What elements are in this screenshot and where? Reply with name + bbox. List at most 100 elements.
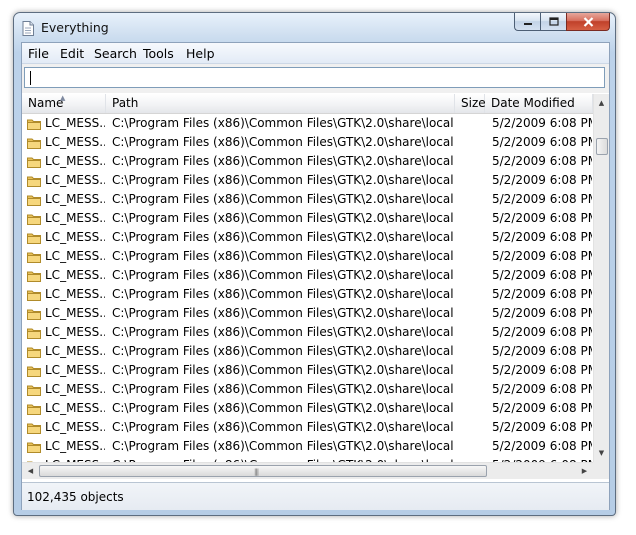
table-row[interactable]: LC_MESS... C:\Program Files (x86)\Common … <box>22 304 593 323</box>
cell-path: C:\Program Files (x86)\Common Files\GTK\… <box>112 287 453 301</box>
search-input[interactable] <box>24 67 605 88</box>
folder-icon <box>27 307 41 320</box>
cell-date-modified: 5/2/2009 6:08 PM <box>492 401 592 415</box>
arrow-right-icon: ▶ <box>581 467 588 475</box>
cell-path: C:\Program Files (x86)\Common Files\GTK\… <box>112 439 453 453</box>
folder-icon <box>27 345 41 358</box>
table-row[interactable]: LC_MESS... C:\Program Files (x86)\Common … <box>22 171 593 190</box>
cell-date-modified: 5/2/2009 6:08 PM <box>492 230 592 244</box>
table-row[interactable]: LC_MESS... C:\Program Files (x86)\Common … <box>22 399 593 418</box>
cell-name: LC_MESS... <box>45 268 105 282</box>
vertical-scrollbar[interactable]: ▲ ▼ <box>593 94 609 462</box>
scroll-down-button[interactable]: ▼ <box>594 444 609 461</box>
cell-date-modified: 5/2/2009 6:08 PM <box>492 173 592 187</box>
cell-path: C:\Program Files (x86)\Common Files\GTK\… <box>112 173 453 187</box>
cell-path: C:\Program Files (x86)\Common Files\GTK\… <box>112 344 453 358</box>
cell-path: C:\Program Files (x86)\Common Files\GTK\… <box>112 116 453 130</box>
folder-icon <box>27 193 41 206</box>
text-caret <box>30 71 31 85</box>
minimize-button[interactable] <box>514 13 540 31</box>
column-header-name-label: Name <box>28 96 64 110</box>
cell-date-modified: 5/2/2009 6:08 PM <box>492 211 592 225</box>
sort-ascending-icon: ▲ <box>60 94 66 102</box>
cell-name: LC_MESS... <box>45 135 105 149</box>
table-row[interactable]: LC_MESS... C:\Program Files (x86)\Common … <box>22 133 593 152</box>
menu-help[interactable]: Help <box>186 46 215 61</box>
arrow-left-icon: ◀ <box>27 467 34 475</box>
folder-icon <box>27 231 41 244</box>
status-object-count: 102,435 objects <box>27 490 124 504</box>
cell-path: C:\Program Files (x86)\Common Files\GTK\… <box>112 306 453 320</box>
menu-file[interactable]: File <box>28 46 49 61</box>
column-header-path[interactable]: Path <box>106 94 455 113</box>
column-header-size[interactable]: Size <box>455 94 486 113</box>
menu-edit[interactable]: Edit <box>60 46 84 61</box>
cell-date-modified: 5/2/2009 6:08 PM <box>492 287 592 301</box>
cell-name: LC_MESS... <box>45 249 105 263</box>
cell-date-modified: 5/2/2009 6:08 PM <box>492 135 592 149</box>
arrow-down-icon: ▼ <box>598 448 605 457</box>
table-row[interactable]: LC_MESS... C:\Program Files (x86)\Common … <box>22 228 593 247</box>
table-row[interactable]: LC_MESS... C:\Program Files (x86)\Common … <box>22 209 593 228</box>
folder-icon <box>27 364 41 377</box>
minimize-icon <box>523 22 532 25</box>
folder-icon <box>27 174 41 187</box>
arrow-up-icon: ▲ <box>598 98 605 107</box>
table-row[interactable]: LC_MESS... C:\Program Files (x86)\Common … <box>22 285 593 304</box>
window-title: Everything <box>41 20 109 35</box>
results-list[interactable]: Name ▲ Path Size Date Modified LC_MESS..… <box>22 94 609 481</box>
scroll-left-button[interactable]: ◀ <box>22 463 39 479</box>
table-row[interactable]: LC_MESS... C:\Program Files (x86)\Common … <box>22 323 593 342</box>
cell-date-modified: 5/2/2009 6:08 PM <box>492 192 592 206</box>
cell-path: C:\Program Files (x86)\Common Files\GTK\… <box>112 192 453 206</box>
vertical-scroll-thumb[interactable] <box>596 138 608 155</box>
column-header: Name ▲ Path Size Date Modified <box>22 94 593 114</box>
table-row[interactable]: LC_MESS... C:\Program Files (x86)\Common … <box>22 247 593 266</box>
horizontal-scrollbar[interactable]: ◀ ||| ▶ <box>22 462 593 479</box>
title-bar[interactable]: Everything <box>14 13 615 41</box>
scroll-up-button[interactable]: ▲ <box>594 94 609 111</box>
menu-tools[interactable]: Tools <box>143 46 174 61</box>
scroll-right-button[interactable]: ▶ <box>576 463 593 479</box>
cell-path: C:\Program Files (x86)\Common Files\GTK\… <box>112 382 453 396</box>
cell-date-modified: 5/2/2009 6:08 PM <box>492 116 592 130</box>
cell-path: C:\Program Files (x86)\Common Files\GTK\… <box>112 249 453 263</box>
table-row[interactable]: LC_MESS... C:\Program Files (x86)\Common … <box>22 361 593 380</box>
folder-icon <box>27 250 41 263</box>
cell-path: C:\Program Files (x86)\Common Files\GTK\… <box>112 401 453 415</box>
table-row[interactable]: LC_MESS... C:\Program Files (x86)\Common … <box>22 114 593 133</box>
cell-date-modified: 5/2/2009 6:08 PM <box>492 325 592 339</box>
table-row[interactable]: LC_MESS... C:\Program Files (x86)\Common … <box>22 342 593 361</box>
cell-path: C:\Program Files (x86)\Common Files\GTK\… <box>112 230 453 244</box>
folder-icon <box>27 402 41 415</box>
folder-icon <box>27 326 41 339</box>
client-area: File Edit Search Tools Help Name ▲ Path … <box>21 42 610 510</box>
cell-name: LC_MESS... <box>45 439 105 453</box>
search-bar <box>22 64 609 93</box>
cell-name: LC_MESS... <box>45 325 105 339</box>
column-header-date-modified[interactable]: Date Modified <box>485 94 593 113</box>
table-row[interactable]: LC_MESS... C:\Program Files (x86)\Common … <box>22 380 593 399</box>
caption-buttons <box>514 13 610 31</box>
cell-name: LC_MESS... <box>45 363 105 377</box>
table-row[interactable]: LC_MESS... C:\Program Files (x86)\Common … <box>22 152 593 171</box>
cell-path: C:\Program Files (x86)\Common Files\GTK\… <box>112 154 453 168</box>
cell-path: C:\Program Files (x86)\Common Files\GTK\… <box>112 135 453 149</box>
maximize-button[interactable] <box>540 13 566 31</box>
folder-icon <box>27 421 41 434</box>
cell-date-modified: 5/2/2009 6:08 PM <box>492 363 592 377</box>
horizontal-scroll-thumb[interactable]: ||| <box>39 465 487 477</box>
cell-date-modified: 5/2/2009 6:08 PM <box>492 382 592 396</box>
column-header-name[interactable]: Name ▲ <box>22 94 106 113</box>
menu-search[interactable]: Search <box>94 46 137 61</box>
cell-date-modified: 5/2/2009 6:08 PM <box>492 154 592 168</box>
folder-icon <box>27 155 41 168</box>
menu-bar: File Edit Search Tools Help <box>22 43 609 64</box>
table-row[interactable]: LC_MESS... C:\Program Files (x86)\Common … <box>22 418 593 437</box>
cell-date-modified: 5/2/2009 6:08 PM <box>492 420 592 434</box>
table-row[interactable]: LC_MESS... C:\Program Files (x86)\Common … <box>22 437 593 456</box>
table-row[interactable]: LC_MESS... C:\Program Files (x86)\Common … <box>22 266 593 285</box>
table-row[interactable]: LC_MESS... C:\Program Files (x86)\Common … <box>22 190 593 209</box>
cell-path: C:\Program Files (x86)\Common Files\GTK\… <box>112 420 453 434</box>
close-button[interactable] <box>566 13 610 31</box>
